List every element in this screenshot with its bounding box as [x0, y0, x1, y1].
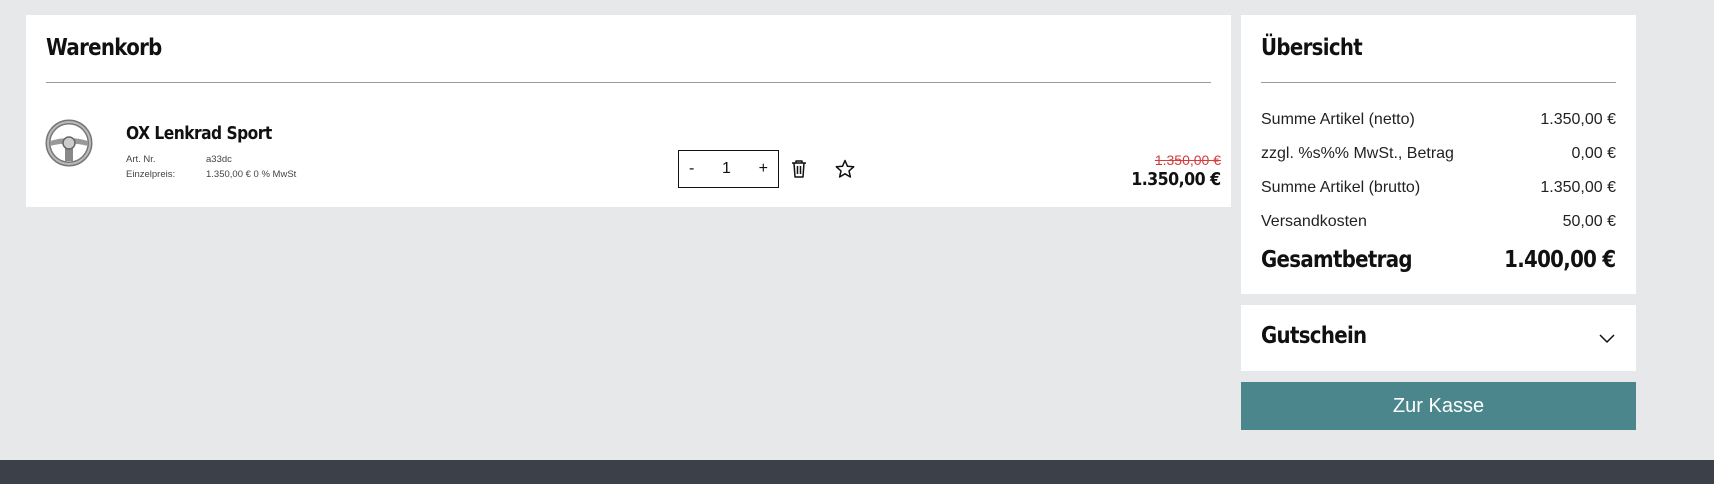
summary-row-gross: Summe Artikel (brutto) 1.350,00 € — [1261, 179, 1616, 197]
total-label: Gesamtbetrag — [1261, 247, 1413, 273]
article-number-value: a33dc — [206, 154, 232, 165]
summary-row-shipping: Versandkosten 50,00 € — [1261, 213, 1616, 231]
unit-price-value: 1.350,00 € 0 % MwSt — [206, 169, 297, 180]
cart-panel: Warenkorb OX Lenkrad Sport Art. Nr. a33dc… — [26, 15, 1231, 207]
article-number-label: Art. Nr. — [126, 154, 156, 165]
summary-total: Gesamtbetrag 1.400,00 € — [1261, 247, 1617, 273]
total-value: 1.400,00 € — [1504, 247, 1617, 273]
trash-icon[interactable] — [788, 158, 810, 180]
product-image[interactable] — [45, 119, 93, 167]
summary-row-value: 1.350,00 € — [1540, 111, 1616, 128]
summary-row-vat: zzgl. %s%% MwSt., Betrag 0,00 € — [1261, 145, 1616, 163]
summary-row-label: Summe Artikel (netto) — [1261, 111, 1415, 128]
cart-title: Warenkorb — [46, 35, 162, 61]
checkout-button[interactable]: Zur Kasse — [1241, 382, 1636, 430]
product-name[interactable]: OX Lenkrad Sport — [126, 123, 272, 144]
article-number-row: Art. Nr. a33dc — [126, 154, 232, 165]
summary-row-value: 0,00 € — [1571, 145, 1616, 162]
summary-row-value: 50,00 € — [1562, 213, 1616, 230]
quantity-increase-button[interactable]: + — [759, 160, 768, 178]
quantity-decrease-button[interactable]: - — [689, 160, 694, 178]
unit-price-label: Einzelpreis: — [126, 169, 176, 180]
quantity-value[interactable]: 1 — [722, 160, 731, 178]
original-price: 1.350,00 € — [1154, 152, 1221, 168]
summary-divider — [1261, 82, 1616, 83]
summary-title: Übersicht — [1261, 35, 1363, 61]
quantity-stepper: - 1 + — [678, 150, 779, 188]
summary-row-net: Summe Artikel (netto) 1.350,00 € — [1261, 111, 1616, 129]
summary-row-label: zzgl. %s%% MwSt., Betrag — [1261, 145, 1454, 162]
star-icon[interactable] — [834, 158, 856, 180]
summary-panel: Übersicht Summe Artikel (netto) 1.350,00… — [1241, 15, 1636, 294]
summary-row-value: 1.350,00 € — [1540, 179, 1616, 196]
cart-divider — [46, 82, 1211, 83]
voucher-accordion[interactable]: Gutschein — [1241, 305, 1636, 371]
summary-row-label: Summe Artikel (brutto) — [1261, 179, 1421, 196]
page-footer — [0, 460, 1714, 484]
summary-row-label: Versandkosten — [1261, 213, 1367, 230]
chevron-down-icon[interactable] — [1598, 329, 1616, 347]
item-price: 1.350,00 € — [1131, 169, 1222, 190]
unit-price-row: Einzelpreis: 1.350,00 € 0 % MwSt — [126, 169, 296, 180]
voucher-title: Gutschein — [1261, 323, 1367, 349]
